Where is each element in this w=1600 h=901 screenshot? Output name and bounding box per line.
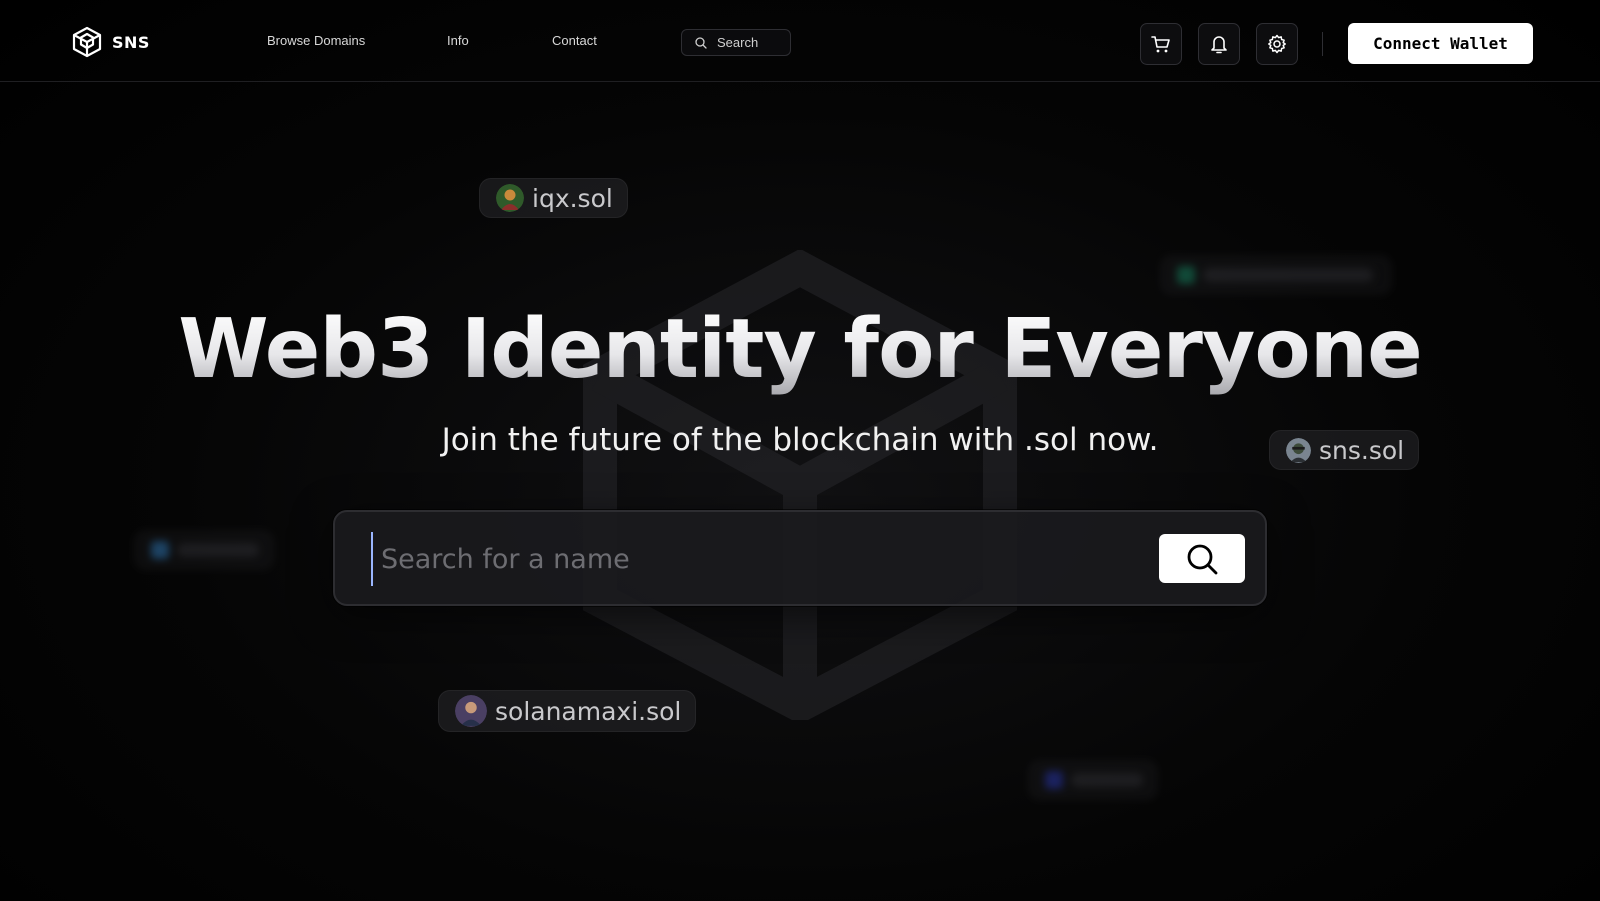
hero-subtitle: Join the future of the blockchain with .… (441, 422, 1159, 458)
search-icon (695, 36, 707, 49)
chip-label: iqx.sol (532, 183, 613, 213)
nav-link-contact[interactable]: Contact (552, 33, 597, 48)
cart-icon (1151, 36, 1170, 53)
blurred-domain-chip (1160, 255, 1392, 295)
blurred-domain-chip (1028, 760, 1158, 800)
blurred-label-placeholder (1071, 773, 1143, 787)
nav-link-browse-domains[interactable]: Browse Domains (267, 33, 365, 48)
domain-search-bar (333, 510, 1267, 606)
nav-link-info[interactable]: Info (447, 33, 469, 48)
blurred-label-placeholder (1203, 268, 1373, 282)
blurred-avatar (151, 541, 169, 559)
blurred-domain-chip (134, 530, 274, 570)
solanamaxi-avatar (455, 695, 487, 727)
notifications-button[interactable] (1198, 23, 1240, 65)
brand-name: SNS (112, 32, 150, 52)
domain-search-input[interactable] (371, 532, 1143, 586)
cart-button[interactable] (1140, 23, 1182, 65)
gear-icon (1268, 34, 1286, 54)
brand-logo[interactable]: SNS (72, 26, 150, 58)
settings-button[interactable] (1256, 23, 1298, 65)
nav-divider (1322, 32, 1323, 56)
nav-search-label: Search (717, 35, 759, 50)
blurred-label-placeholder (177, 543, 259, 557)
connect-wallet-button[interactable]: Connect Wallet (1348, 23, 1533, 64)
bell-icon (1211, 36, 1227, 54)
cube-logo-icon (72, 26, 102, 58)
blurred-avatar (1177, 266, 1195, 284)
domain-chip-iqx[interactable]: iqx.sol (479, 178, 628, 218)
blurred-avatar (1045, 771, 1063, 789)
search-icon (1187, 544, 1218, 574)
domain-chip-solanamaxi[interactable]: solanamaxi.sol (438, 690, 697, 732)
hero-title: Web3 Identity for Everyone (0, 304, 1600, 395)
domain-search-button[interactable] (1159, 534, 1245, 583)
top-navbar: SNS Browse Domains Info Contact Search C… (0, 0, 1600, 82)
nav-search-box[interactable]: Search (681, 29, 791, 56)
chip-label: solanamaxi.sol (495, 696, 682, 726)
iqx-avatar (496, 184, 524, 212)
page: SNS Browse Domains Info Contact Search C… (0, 0, 1600, 901)
